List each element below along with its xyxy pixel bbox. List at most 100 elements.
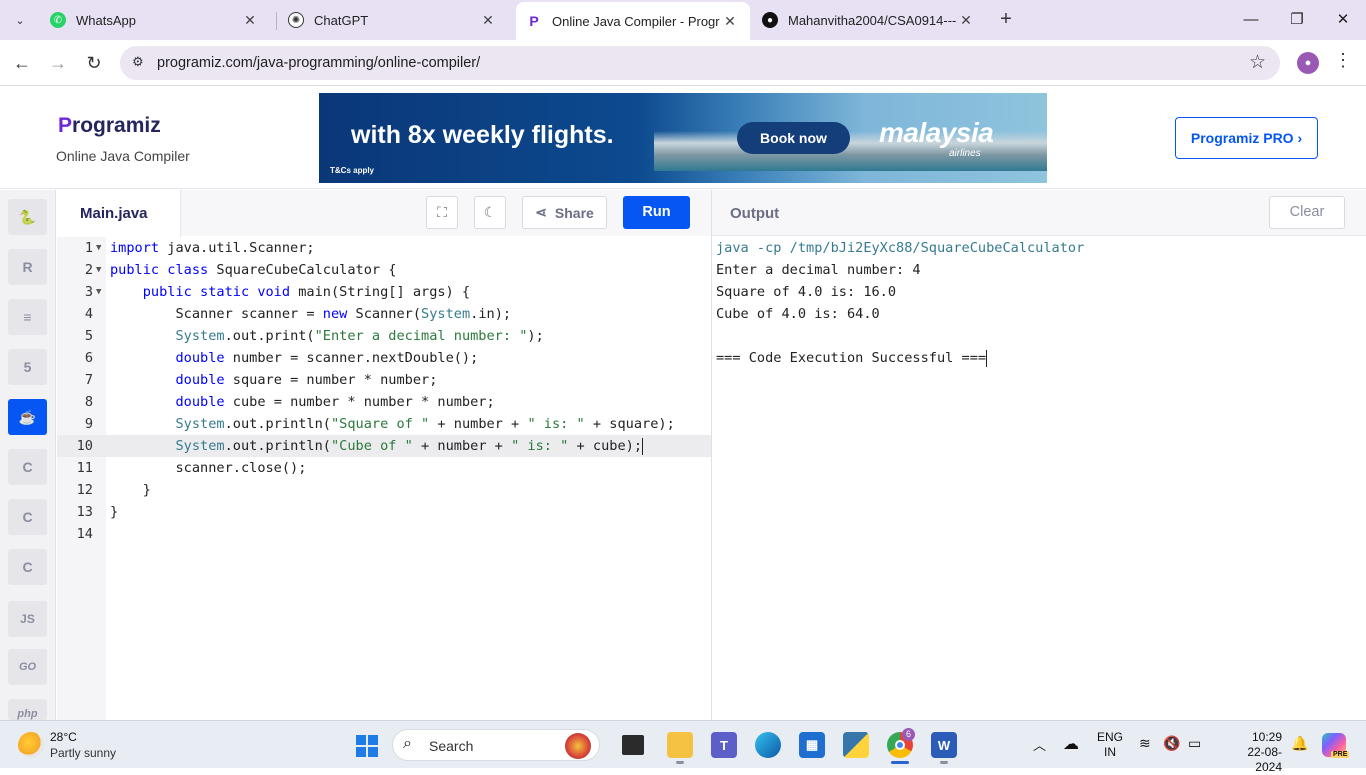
minimize-button[interactable]: — xyxy=(1228,6,1274,34)
code-token: double xyxy=(175,372,225,388)
output-console[interactable]: java -cp /tmp/bJi2EyXc88/SquareCubeCalcu… xyxy=(716,237,1361,369)
code-line: 9 System.out.println("Square of " + numb… xyxy=(57,413,711,435)
fold-chevron-icon[interactable]: ▼ xyxy=(96,281,101,303)
url-text[interactable]: programiz.com/java-programming/online-co… xyxy=(157,55,480,71)
tab-close-icon[interactable]: ✕ xyxy=(956,12,976,29)
tab-search-button[interactable]: ⌄ xyxy=(8,8,32,32)
programiz-pro-button[interactable]: Programiz PRO › xyxy=(1175,117,1318,159)
lang-label: GO xyxy=(18,661,37,673)
tab-chatgpt[interactable]: ✺ ChatGPT ✕ xyxy=(278,4,508,36)
code-token: "Cube of " xyxy=(331,438,413,454)
profile-avatar[interactable]: ● xyxy=(1297,52,1319,74)
logo-subtitle: Online Java Compiler xyxy=(56,148,190,164)
c-icon[interactable]: C xyxy=(8,449,47,485)
code-token: Scanner scanner = xyxy=(110,306,323,322)
csharp-icon[interactable]: C xyxy=(8,549,47,585)
wifi-icon[interactable]: ≋ xyxy=(1139,735,1151,752)
close-window-button[interactable]: ✕ xyxy=(1320,6,1366,34)
logo-text: rogramiz xyxy=(72,114,161,137)
omnibox[interactable]: ⚙ programiz.com/java-programming/online-… xyxy=(120,46,1280,80)
code-token: "Square of " xyxy=(331,416,430,432)
start-button[interactable] xyxy=(356,735,378,757)
code-token: + number + xyxy=(429,416,528,432)
new-tab-button[interactable]: + xyxy=(994,8,1018,32)
battery-icon[interactable]: ▭ xyxy=(1188,735,1201,752)
file-explorer-icon[interactable] xyxy=(667,732,693,758)
taskbar-search[interactable]: ⌕ Search xyxy=(392,729,600,761)
code-token: SquareCubeCalculator { xyxy=(208,262,397,278)
code-token: " is: " xyxy=(511,438,569,454)
word-icon[interactable]: W xyxy=(931,732,957,758)
weather-temperature[interactable]: 28°C xyxy=(50,730,77,744)
forward-icon[interactable]: → xyxy=(45,50,71,76)
editor-pane: Main.java ⛶ ☾ ⋖ Share Run 1 ▼ import java.u… xyxy=(57,190,711,720)
java-icon[interactable]: ☕ xyxy=(8,399,47,435)
r-icon[interactable]: R xyxy=(8,249,47,285)
tab-whatsapp[interactable]: ✆ WhatsApp ✕ xyxy=(40,4,270,36)
reload-icon[interactable]: ↻ xyxy=(81,50,107,76)
restore-button[interactable]: ❐ xyxy=(1274,6,1320,34)
python-icon[interactable]: 🐍 xyxy=(8,199,47,235)
site-header: Programiz Online Java Compiler with 8x w… xyxy=(0,87,1366,189)
cpp-icon[interactable]: C xyxy=(8,499,47,535)
chrome-center xyxy=(895,740,905,750)
language-sidebar: 🐍 R ≡ 5 ☕ C C C JS GO php xyxy=(0,190,56,720)
programiz-icon: P xyxy=(529,13,539,29)
running-indicator xyxy=(676,761,684,764)
back-icon[interactable]: ← xyxy=(9,50,35,76)
partly-sunny-icon[interactable] xyxy=(18,732,44,758)
go-icon[interactable]: GO xyxy=(8,649,47,685)
edge-icon[interactable] xyxy=(755,732,781,758)
code-token: "Enter a decimal number: " xyxy=(314,328,528,344)
share-icon: ⋖ xyxy=(535,204,547,220)
tab-title: ChatGPT xyxy=(314,12,369,28)
show-hidden-icons-icon[interactable]: ︿ xyxy=(1033,735,1046,754)
weather-condition[interactable]: Partly sunny xyxy=(50,746,116,760)
php-icon[interactable]: php xyxy=(8,699,47,720)
code-token: System xyxy=(175,438,225,454)
fold-chevron-icon[interactable]: ▼ xyxy=(96,259,101,281)
tab-programiz[interactable]: P Online Java Compiler - Program ✕ xyxy=(516,2,750,40)
site-info-icon[interactable]: ⚙ xyxy=(132,54,144,70)
microsoft-store-icon[interactable]: ▦ xyxy=(799,732,825,758)
programiz-logo[interactable]: Programiz xyxy=(58,114,161,138)
line-number: 5 xyxy=(84,328,93,344)
file-tab-main-java[interactable]: Main.java xyxy=(57,190,181,237)
share-button[interactable]: ⋖ Share xyxy=(522,196,607,229)
volume-muted-icon[interactable]: 🔇 xyxy=(1163,735,1180,752)
html-icon[interactable]: 5 xyxy=(8,349,47,385)
tab-github[interactable]: ● Mahanvitha2004/CSA0914---Ja ✕ xyxy=(752,4,986,36)
clock[interactable]: 10:29 22-08-2024 xyxy=(1222,730,1282,775)
code-token: double xyxy=(175,394,225,410)
code-editor[interactable]: 1 ▼ import java.util.Scanner; 2 ▼ public cla… xyxy=(57,237,711,720)
javascript-icon[interactable]: JS xyxy=(8,601,47,637)
code-line: 4 Scanner scanner = new Scanner(System.i… xyxy=(57,303,711,325)
notification-bell-icon[interactable]: 🔔 xyxy=(1291,735,1308,752)
task-view-icon[interactable] xyxy=(622,735,644,755)
fullscreen-icon[interactable]: ⛶ xyxy=(426,196,458,229)
code-line: 13} xyxy=(57,501,711,523)
language-indicator[interactable]: ENG IN xyxy=(1097,730,1123,760)
fold-chevron-icon[interactable]: ▼ xyxy=(96,237,101,259)
clear-button[interactable]: Clear xyxy=(1269,196,1345,229)
browser-menu-icon[interactable]: ⋮ xyxy=(1334,50,1352,71)
windows-taskbar: 28°C Partly sunny ⌕ Search T ▦ 6 W ︿ ☁ E… xyxy=(0,720,1366,774)
python-idle-icon[interactable] xyxy=(843,732,869,758)
pre-badge: PRE xyxy=(1331,751,1350,758)
tab-close-icon[interactable]: ✕ xyxy=(478,12,498,29)
bookmark-star-icon[interactable]: ☆ xyxy=(1249,51,1266,74)
sql-icon[interactable]: ≡ xyxy=(8,299,47,335)
teams-icon[interactable]: T xyxy=(711,732,737,758)
ad-banner[interactable]: with 8x weekly flights. T&Cs apply Book … xyxy=(319,93,1047,183)
dark-mode-icon[interactable]: ☾ xyxy=(474,196,506,229)
onedrive-icon[interactable]: ☁ xyxy=(1063,734,1079,754)
lang-label: JS xyxy=(20,612,35,626)
ad-book-now-button[interactable]: Book now xyxy=(737,122,850,154)
teams-label: T xyxy=(720,737,728,753)
code-line: 1 ▼ import java.util.Scanner; xyxy=(57,237,711,259)
line-number: 10 xyxy=(76,438,93,454)
tab-close-icon[interactable]: ✕ xyxy=(240,12,260,29)
tab-close-icon[interactable]: ✕ xyxy=(720,13,740,30)
run-button[interactable]: Run xyxy=(623,196,690,229)
